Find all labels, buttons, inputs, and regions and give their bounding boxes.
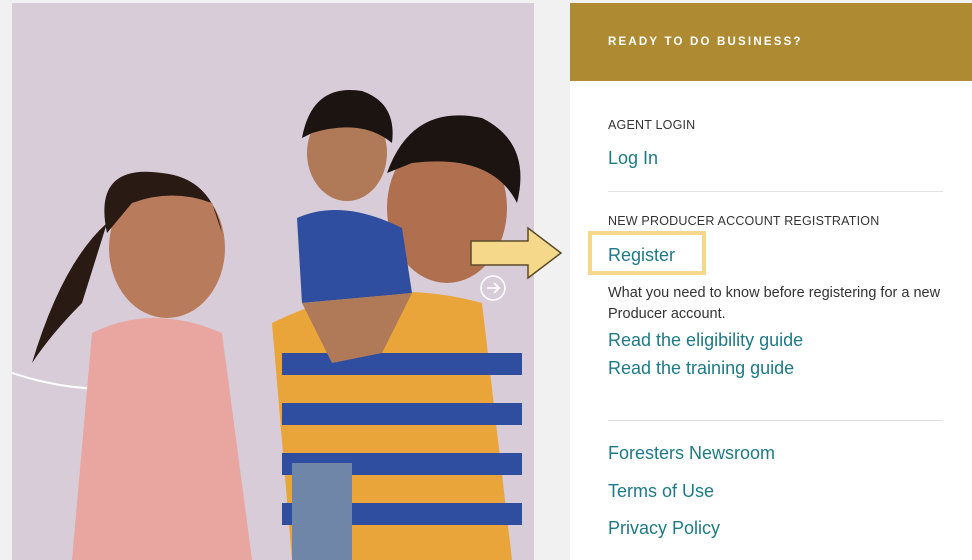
- terms-of-use-link[interactable]: Terms of Use: [608, 481, 714, 502]
- divider: [608, 191, 943, 192]
- registration-info: What you need to know before registering…: [608, 285, 941, 322]
- registration-label: NEW PRODUCER ACCOUNT REGISTRATION: [608, 214, 880, 228]
- agent-login-label: AGENT LOGIN: [608, 118, 696, 132]
- panel-header: READY TO DO BUSINESS?: [570, 3, 972, 81]
- foresters-newsroom-link[interactable]: Foresters Newsroom: [608, 443, 775, 464]
- arrow-right-icon: [470, 226, 563, 280]
- business-panel: READY TO DO BUSINESS? AGENT LOGIN Log In…: [570, 3, 972, 560]
- divider: [608, 420, 943, 421]
- training-guide-link[interactable]: Read the training guide: [608, 358, 794, 379]
- register-highlight: [588, 231, 706, 275]
- hero-image: [12, 3, 534, 560]
- privacy-policy-link[interactable]: Privacy Policy: [608, 518, 720, 539]
- log-in-link[interactable]: Log In: [608, 148, 658, 169]
- eligibility-guide-link[interactable]: Read the eligibility guide: [608, 330, 803, 351]
